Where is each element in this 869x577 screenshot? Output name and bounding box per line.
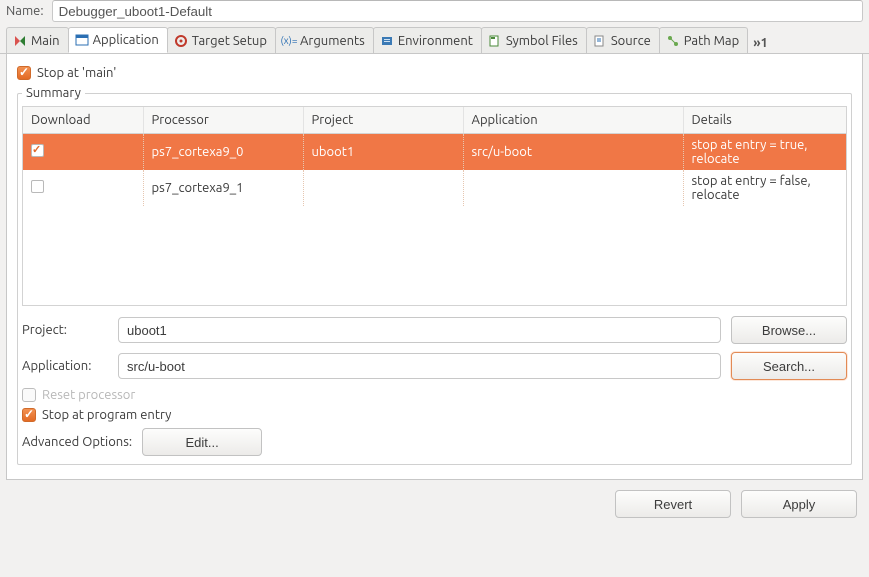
summary-group: Summary Download Processor Project Appli…: [17, 86, 852, 465]
advanced-options-label: Advanced Options:: [22, 435, 132, 449]
tab-source[interactable]: Source: [586, 27, 660, 53]
project-field[interactable]: [118, 317, 721, 343]
tab-bar: Main Application Target Setup (x)= Argum…: [0, 26, 869, 54]
tab-arguments[interactable]: (x)= Arguments: [275, 27, 374, 53]
stop-at-entry-label: Stop at program entry: [42, 408, 171, 422]
cell-processor: ps7_cortexa9_0: [143, 133, 303, 170]
tab-label: Main: [31, 34, 60, 48]
stop-at-main-label: Stop at 'main': [37, 66, 116, 80]
tab-label: Application: [93, 33, 159, 47]
environment-icon: [380, 34, 394, 48]
row-download-checkbox[interactable]: [31, 144, 44, 157]
application-label: Application:: [22, 359, 108, 373]
tab-overflow[interactable]: »1: [747, 33, 774, 53]
arguments-icon: (x)=: [282, 34, 296, 48]
summary-legend: Summary: [22, 86, 85, 100]
source-icon: [593, 34, 607, 48]
symbols-icon: [488, 34, 502, 48]
xilinx-icon: [13, 34, 27, 48]
tab-target-setup[interactable]: Target Setup: [167, 27, 276, 53]
summary-table[interactable]: Download Processor Project Application D…: [23, 107, 846, 206]
table-row[interactable]: ps7_cortexa9_1 stop at entry = false, re…: [23, 170, 846, 206]
cell-processor: ps7_cortexa9_1: [143, 170, 303, 206]
application-field[interactable]: [118, 353, 721, 379]
search-button[interactable]: Search...: [731, 352, 847, 380]
cell-application: [463, 170, 683, 206]
cell-project: uboot1: [303, 133, 463, 170]
application-panel: Stop at 'main' Summary Download Processo…: [6, 54, 863, 480]
tab-main[interactable]: Main: [6, 27, 69, 53]
name-field[interactable]: [52, 0, 863, 22]
tab-label: Symbol Files: [506, 34, 578, 48]
tab-path-map[interactable]: Path Map: [659, 27, 748, 53]
stop-at-main-checkbox[interactable]: [17, 66, 31, 80]
pathmap-icon: [666, 34, 680, 48]
tab-application[interactable]: Application: [68, 27, 168, 53]
row-download-checkbox[interactable]: [31, 180, 44, 193]
col-processor[interactable]: Processor: [143, 107, 303, 133]
stop-at-entry-checkbox[interactable]: [22, 408, 36, 422]
cell-details: stop at entry = false, relocate: [683, 170, 846, 206]
tab-environment[interactable]: Environment: [373, 27, 482, 53]
col-project[interactable]: Project: [303, 107, 463, 133]
dialog-footer: Revert Apply: [0, 480, 869, 528]
tab-symbol-files[interactable]: Symbol Files: [481, 27, 587, 53]
cell-application: src/u-boot: [463, 133, 683, 170]
target-icon: [174, 34, 188, 48]
reset-processor-label: Reset processor: [42, 388, 135, 402]
browse-button[interactable]: Browse...: [731, 316, 847, 344]
project-label: Project:: [22, 323, 108, 337]
apply-button[interactable]: Apply: [741, 490, 857, 518]
name-label: Name:: [6, 4, 44, 18]
cell-project: [303, 170, 463, 206]
tab-label: Target Setup: [192, 34, 267, 48]
table-row[interactable]: ps7_cortexa9_0 uboot1 src/u-boot stop at…: [23, 133, 846, 170]
summary-table-wrap: Download Processor Project Application D…: [22, 106, 847, 306]
tab-label: Path Map: [684, 34, 739, 48]
tab-label: Environment: [398, 34, 473, 48]
cell-details: stop at entry = true, relocate: [683, 133, 846, 170]
col-application[interactable]: Application: [463, 107, 683, 133]
col-details[interactable]: Details: [683, 107, 846, 133]
window-icon: [75, 33, 89, 47]
tab-label: Source: [611, 34, 651, 48]
edit-button[interactable]: Edit...: [142, 428, 262, 456]
reset-processor-checkbox: [22, 388, 36, 402]
tab-label: Arguments: [300, 34, 365, 48]
col-download[interactable]: Download: [23, 107, 143, 133]
revert-button[interactable]: Revert: [615, 490, 731, 518]
